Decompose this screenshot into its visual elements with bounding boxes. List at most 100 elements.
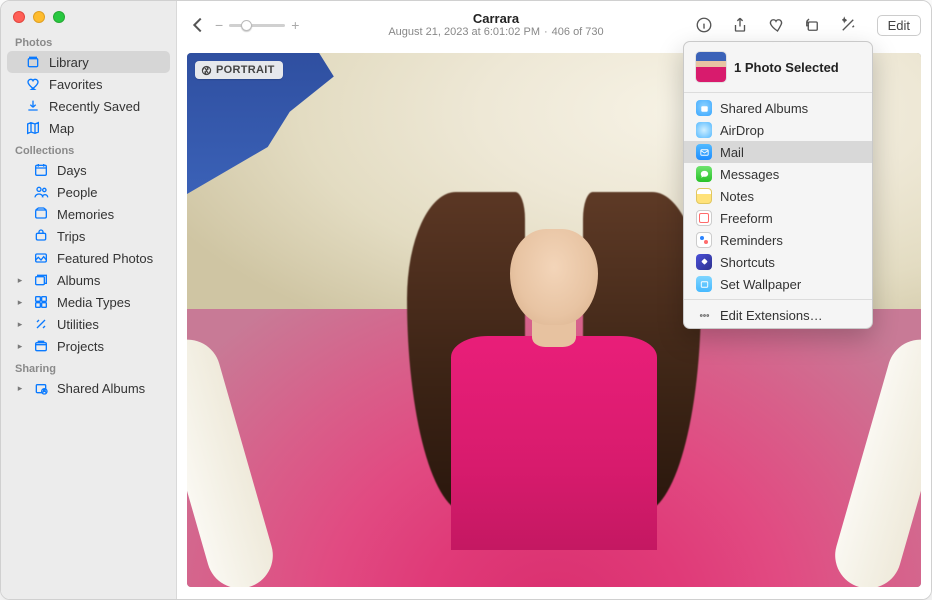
share-options-list: Shared Albums AirDrop Mail Messages Note… [684,95,872,297]
app-window: Photos Library Favorites Recently Saved … [0,0,932,600]
share-option-label: Reminders [720,233,783,248]
sidebar-item-label: Shared Albums [57,381,162,396]
sidebar-item-label: Utilities [57,317,162,332]
disclosure-icon[interactable]: ▸ [15,383,25,394]
sidebar-item-label: Map [49,121,162,136]
minimize-window-button[interactable] [33,11,45,23]
people-icon [33,184,49,200]
messages-icon [696,166,712,182]
sidebar-item-trips[interactable]: ▸Trips [7,225,170,247]
notes-icon [696,188,712,204]
sidebar-item-featured-photos[interactable]: ▸Featured Photos [7,247,170,269]
disclosure-icon[interactable]: ▸ [15,275,25,286]
share-option-reminders[interactable]: Reminders [684,229,872,251]
mail-icon [696,144,712,160]
projects-icon [33,338,49,354]
divider [684,92,872,93]
rotate-button[interactable] [801,14,823,36]
reminders-icon [696,232,712,248]
download-icon [25,98,41,114]
sidebar-item-library[interactable]: Library [7,51,170,73]
map-icon [25,120,41,136]
extensions-icon [696,307,712,323]
favorite-button[interactable] [765,14,787,36]
share-option-label: AirDrop [720,123,764,138]
sidebar-item-days[interactable]: ▸Days [7,159,170,181]
sidebar-item-albums[interactable]: ▸ Albums [7,269,170,291]
shortcuts-icon [696,254,712,270]
sidebar-item-label: Favorites [49,77,162,92]
share-option-label: Freeform [720,211,773,226]
sidebar-item-favorites[interactable]: Favorites [7,73,170,95]
share-option-shared-albums[interactable]: Shared Albums [684,97,872,119]
share-option-label: Mail [720,145,744,160]
share-option-airdrop[interactable]: AirDrop [684,119,872,141]
sidebar-item-label: Days [57,163,162,178]
sidebar-item-shared-albums[interactable]: ▸ Shared Albums [7,377,170,399]
zoom-thumb[interactable] [241,20,252,31]
sidebar: Photos Library Favorites Recently Saved … [1,1,177,599]
utilities-icon [33,316,49,332]
aperture-icon [201,65,212,76]
shared-albums-icon [696,100,712,116]
share-option-notes[interactable]: Notes [684,185,872,207]
airdrop-icon [696,122,712,138]
share-option-messages[interactable]: Messages [684,163,872,185]
calendar-icon [33,162,49,178]
photo-subtitle: August 21, 2023 at 6:01:02 PM·406 of 730 [307,26,684,39]
sidebar-item-label: People [57,185,162,200]
sidebar-item-people[interactable]: ▸People [7,181,170,203]
zoom-out-icon: − [215,17,223,33]
share-button[interactable] [729,14,751,36]
disclosure-icon[interactable]: ▸ [15,297,25,308]
sidebar-item-media-types[interactable]: ▸Media Types [7,291,170,313]
sidebar-item-memories[interactable]: ▸Memories [7,203,170,225]
share-option-mail[interactable]: Mail [684,141,872,163]
featured-icon [33,250,49,266]
sidebar-item-utilities[interactable]: ▸ Utilities [7,313,170,335]
disclosure-icon[interactable]: ▸ [15,319,25,330]
share-popover-header: 1 Photo Selected [684,42,872,90]
edit-button[interactable]: Edit [877,15,921,36]
share-option-set-wallpaper[interactable]: Set Wallpaper [684,273,872,295]
share-thumbnail [696,52,726,82]
back-button[interactable] [187,14,209,36]
sidebar-item-label: Recently Saved [49,99,162,114]
window-controls [1,1,176,31]
sidebar-sharing-list: ▸ Shared Albums [1,377,176,399]
toolbar-left: − + [187,14,299,36]
sidebar-item-projects[interactable]: ▸ Projects [7,335,170,357]
sidebar-item-label: Projects [57,339,162,354]
disclosure-icon[interactable]: ▸ [15,341,25,352]
main-content: − + Carrara August 21, 2023 at 6:01:02 P… [177,1,931,599]
fullscreen-window-button[interactable] [53,11,65,23]
share-extensions-list: Edit Extensions… [684,302,872,328]
wallpaper-icon [696,276,712,292]
sidebar-section-collections: Collections [1,139,176,159]
share-option-label: Messages [720,167,779,182]
sidebar-section-photos: Photos [1,31,176,51]
media-icon [33,294,49,310]
share-option-freeform[interactable]: Freeform [684,207,872,229]
sidebar-item-label: Memories [57,207,162,222]
sidebar-item-map[interactable]: Map [7,117,170,139]
share-option-edit-extensions[interactable]: Edit Extensions… [684,304,872,326]
heart-icon [25,76,41,92]
share-option-shortcuts[interactable]: Shortcuts [684,251,872,273]
sidebar-section-sharing: Sharing [1,357,176,377]
info-button[interactable] [693,14,715,36]
trips-icon [33,228,49,244]
zoom-slider[interactable]: − + [215,17,299,33]
zoom-track[interactable] [229,24,285,27]
share-selection-count: 1 Photo Selected [734,60,839,75]
auto-enhance-button[interactable] [837,14,859,36]
sidebar-item-label: Library [49,55,162,70]
sidebar-item-recently-saved[interactable]: Recently Saved [7,95,170,117]
share-popover: 1 Photo Selected Shared Albums AirDrop M… [683,41,873,329]
freeform-icon [696,210,712,226]
sidebar-item-label: Featured Photos [57,251,162,266]
library-icon [25,54,41,70]
sidebar-item-label: Albums [57,273,162,288]
sidebar-collections-list: ▸Days ▸People ▸Memories ▸Trips ▸Featured… [1,159,176,357]
close-window-button[interactable] [13,11,25,23]
